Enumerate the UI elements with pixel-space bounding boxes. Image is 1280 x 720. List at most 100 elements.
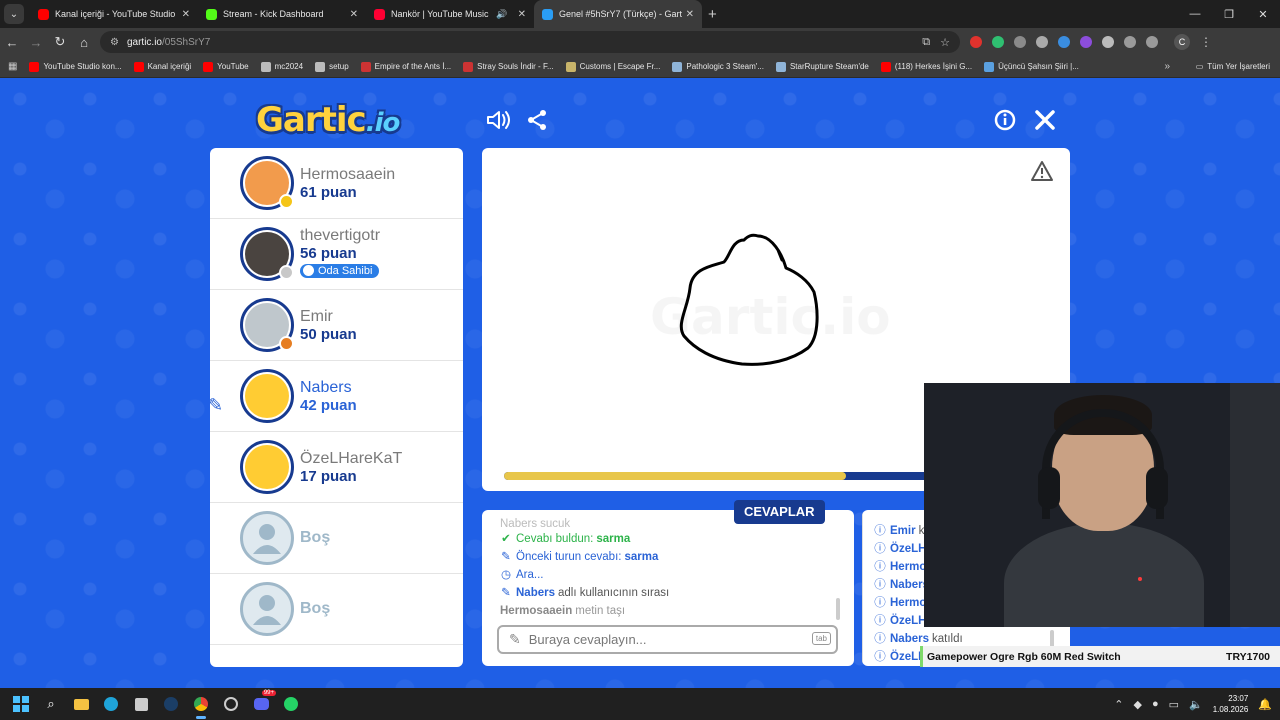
extension-icon[interactable] [992,36,1004,48]
bookmark-item[interactable]: Stray Souls İndir - F... [463,61,554,72]
bookmark-item[interactable]: setup [315,61,349,72]
player-avatar[interactable] [240,440,294,494]
bookmark-item[interactable]: (118) Herkes İşini G... [880,61,972,72]
bookmark-label: Stray Souls İndir - F... [477,62,554,71]
bookmark-favicon-icon [203,61,214,72]
notifications-icon[interactable]: 🔔 [1258,698,1272,711]
exit-icon[interactable] [1034,109,1056,136]
apps-grid-icon[interactable]: ▦ [8,61,17,72]
empty-slot[interactable]: Boş [210,503,463,574]
bookmark-favicon-icon [775,61,786,72]
drawing-pencil-icon: ✎ [210,395,224,415]
chrome-icon[interactable] [192,695,210,719]
maximize-button[interactable]: ❐ [1212,8,1246,21]
browser-tab[interactable]: Kanal içeriği - YouTube Studio ✕ [30,0,198,28]
extension-icon[interactable] [1102,36,1114,48]
whatsapp-icon[interactable] [282,695,300,713]
player-row[interactable]: ✎ Nabers 42 puan [210,361,463,432]
forward-button[interactable]: → [24,35,48,50]
volume-icon[interactable]: 🔈 [1189,698,1203,711]
steam-icon[interactable] [162,695,180,713]
store-icon[interactable] [132,695,150,713]
file-explorer-icon[interactable] [72,695,90,713]
bookmark-item[interactable]: YouTube Studio kon... [29,61,122,72]
status-dot [279,336,294,351]
install-app-icon[interactable]: ⧉ [922,36,930,49]
close-window-button[interactable]: ✕ [1246,8,1280,21]
player-row[interactable]: Emir 50 puan [210,290,463,361]
bookmark-item[interactable]: YouTube [203,61,249,72]
bookmark-item[interactable]: mc2024 [260,61,303,72]
answer-input[interactable] [528,632,799,647]
tray-app-icon[interactable]: ◆ [1133,698,1141,711]
url-field[interactable]: ⚙ gartic.io /05ShSrY7 ⧉ ☆ [100,31,960,53]
network-icon[interactable]: ▭ [1169,698,1179,711]
tab-close-icon[interactable]: ✕ [518,9,526,20]
menu-kebab-icon[interactable]: ⋮ [1200,35,1212,49]
owner-icon [303,265,314,277]
discord-icon[interactable]: 99+ [252,690,276,713]
app-icon[interactable] [222,695,240,713]
bookmark-item[interactable]: Üçüncü Şahsın Şiiri |... [984,61,1079,72]
tab-close-icon[interactable]: ✕ [182,9,190,20]
bookmark-item[interactable]: Pathologic 3 Steam'... [672,61,764,72]
tab-audio-icon[interactable]: 🔊 [496,9,507,20]
bookmarks-overflow-icon[interactable]: » [1164,61,1170,72]
ticker-price: TRY1700 [1226,650,1270,663]
answers-tab[interactable]: CEVAPLAR [734,500,825,524]
bookmark-item[interactable]: Kanal içeriği [133,61,191,72]
bookmark-item[interactable]: Empire of the Ants İ... [360,61,451,72]
puzzle-icon[interactable] [1124,36,1136,48]
tray-app-icon[interactable]: ● [1152,698,1159,710]
player-row[interactable]: thevertigotr 56 puan Oda Sahibi [210,219,463,290]
reload-button[interactable]: ↻ [48,34,72,50]
report-warning-icon[interactable] [1030,160,1054,182]
player-avatar[interactable] [240,227,294,281]
edge-browser-icon[interactable] [102,695,120,713]
player-avatar[interactable] [240,156,294,210]
extension-icon[interactable] [1014,36,1026,48]
new-tab-button[interactable]: + [708,6,717,23]
tab-close-icon[interactable]: ✕ [350,9,358,20]
player-avatar[interactable] [240,298,294,352]
player-info: Boş [300,529,330,547]
bookmark-item[interactable]: StarRupture Steam'de [775,61,869,72]
answer-log: Nabers sucuk ✔ Cevabı buldun: sarma ✎ Önceki t… [500,518,840,620]
tab-search-button[interactable]: ⌄ [4,4,24,24]
tray-chevron-icon[interactable]: ⌃ [1114,698,1123,711]
bookmark-favicon-icon [565,61,576,72]
reading-list-icon[interactable] [1146,36,1158,48]
url-host: gartic.io [126,36,162,48]
site-info-icon[interactable]: ⚙ [110,37,119,48]
search-icon[interactable]: ⌕ [42,695,60,713]
bookmark-star-icon[interactable]: ☆ [940,36,950,49]
back-button[interactable]: ← [0,35,24,50]
extension-icon[interactable] [1080,36,1092,48]
share-icon[interactable] [526,109,548,136]
message-text: Ara... [516,569,544,581]
answer-input-box[interactable]: ✎ tab [497,625,838,654]
tab-close-icon[interactable]: ✕ [686,9,694,20]
extension-icon[interactable] [1036,36,1048,48]
browser-tab[interactable]: Nankör | YouTube Music 🔊 ✕ [366,0,534,28]
bookmark-item[interactable]: Customs | Escape Fr... [565,61,660,72]
all-bookmarks-folder[interactable]: ▭ Tüm Yer İşaretleri [1196,62,1270,71]
windows-start-icon[interactable] [12,695,30,713]
player-row[interactable]: Hermosaaein 61 puan [210,148,463,219]
window-controls: — ❐ ✕ [1178,0,1280,28]
extension-icon[interactable] [1058,36,1070,48]
browser-tab[interactable]: Stream - Kick Dashboard ✕ [198,0,366,28]
minimize-button[interactable]: — [1178,8,1212,20]
player-row[interactable]: ÖzeLHareKaT 17 puan [210,432,463,503]
answers-scrollbar[interactable] [836,598,840,620]
sound-icon[interactable] [486,109,512,136]
browser-tab[interactable]: Genel #5hSrY7 (Türkçe) - Gartic ✕ [534,0,702,28]
extension-icon[interactable] [970,36,982,48]
home-button[interactable]: ⌂ [72,35,96,50]
empty-slot[interactable]: Boş [210,574,463,645]
tab-label: Kanal içeriği - YouTube Studio [55,9,176,19]
profile-avatar[interactable]: C [1174,34,1190,50]
player-avatar[interactable] [240,369,294,423]
info-icon[interactable] [994,109,1016,136]
clock[interactable]: 23:07 1.08.2026 [1213,693,1249,715]
